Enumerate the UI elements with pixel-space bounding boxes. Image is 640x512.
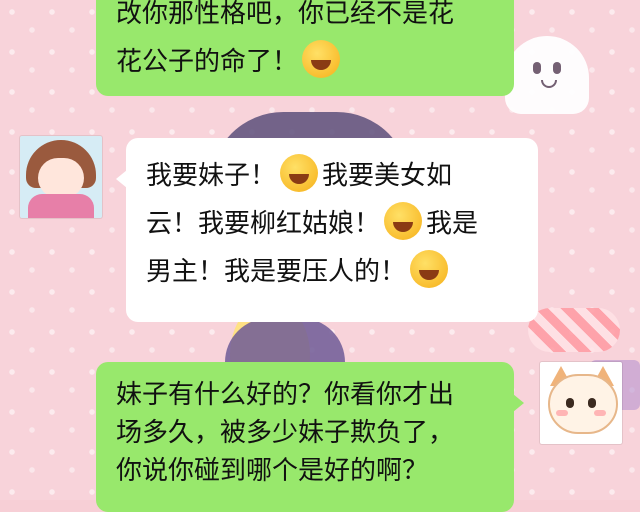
avatar-blush (594, 410, 606, 416)
message-text: 花公子的命了！ (116, 47, 299, 77)
self-avatar[interactable] (540, 362, 622, 444)
grin-squint-emoji-icon (410, 250, 449, 288)
message-bubble-outgoing[interactable]: 改你那性格吧，你已经不是花 花公子的命了！ (96, 0, 514, 96)
avatar-eye (588, 398, 596, 408)
message-text-line: 男主！我是要压人的！ (146, 248, 518, 296)
message-text-line: 花公子的命了！ (116, 38, 494, 86)
contact-avatar[interactable] (20, 136, 102, 218)
avatar-face (548, 374, 618, 434)
blush-emoji-icon (384, 202, 423, 240)
message-text: 我是 (426, 209, 479, 239)
message-bubble-outgoing[interactable]: 妹子有什么好的？你看你才出 场多久，被多少妹子欺负了， 你说你碰到哪个是好的啊？ (96, 362, 524, 512)
message-text: 我要妹子！ (146, 161, 277, 191)
message-bubble-incoming[interactable]: 我要妹子！ 我要美女如 云！我要柳红姑娘！ 我是 男主！我是要压人的！ (116, 138, 538, 322)
message-text: 我要美女如 (322, 161, 453, 191)
message-text-line: 场多久，被多少妹子欺负了， (116, 418, 455, 448)
candy-decoration (528, 308, 620, 352)
message-text-line: 你说你碰到哪个是好的啊？ (116, 456, 429, 486)
avatar-eye (566, 398, 574, 408)
avatar-blush (556, 410, 568, 416)
avatar-body (28, 194, 94, 218)
message-text: 男主！我是要压人的！ (146, 257, 407, 287)
avatar-face (38, 158, 84, 198)
grin-squint-emoji-icon (280, 154, 319, 192)
message-text-line: 我要妹子！ 我要美女如 (146, 152, 518, 200)
grin-squint-emoji-icon (302, 40, 341, 78)
message-text-line: 云！我要柳红姑娘！ 我是 (146, 200, 518, 248)
ghost-eye (553, 62, 561, 74)
ghost-mouth (541, 80, 557, 88)
ghost-decoration (505, 36, 589, 114)
ghost-eye (533, 62, 541, 74)
message-text: 云！我要柳红姑娘！ (146, 209, 381, 239)
message-text-line: 改你那性格吧，你已经不是花 (116, 0, 455, 29)
message-text-line: 妹子有什么好的？你看你才出 (116, 380, 455, 410)
